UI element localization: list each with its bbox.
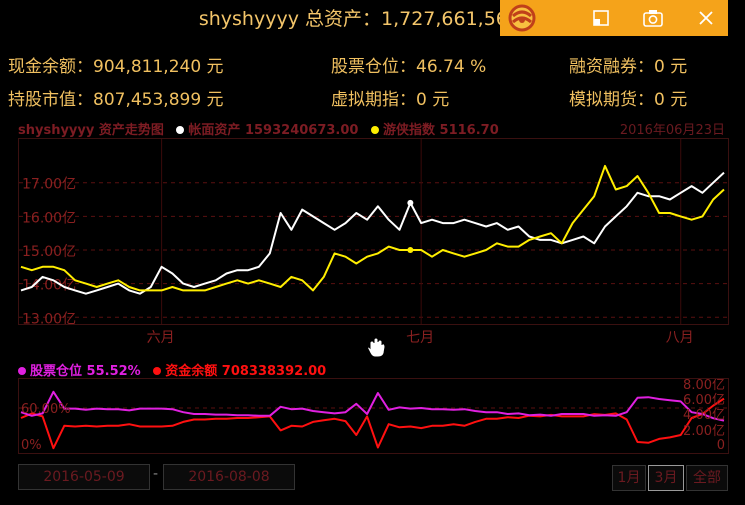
red-dot-icon [153, 366, 162, 375]
series-line-cash [20, 397, 725, 450]
close-button[interactable] [693, 5, 719, 31]
left-tick-label: 0% [21, 438, 42, 453]
yellow-dot-icon [370, 125, 379, 134]
right-tick-label: 0 [717, 438, 725, 453]
legend-series2-label: 游侠指数 [382, 123, 435, 138]
cash-balance: 现金余额：904,811,240 元 [8, 57, 224, 77]
left-tick-label: 60.00% [21, 402, 71, 417]
range-3-month-button[interactable]: 3月 [648, 465, 684, 491]
legend-cash-value: 708338392.00 [221, 364, 327, 379]
legend-series1-value: 1593240673.00 [244, 123, 359, 138]
legend-series2-value: 5116.70 [439, 123, 499, 138]
y-tick-label: 17.00亿 [22, 177, 76, 193]
main-chart-legend: shyshyyyy 资产走势图 帐面资产 1593240673.00 游侠指数 … [18, 119, 499, 138]
right-tick-label: 8.00亿 [683, 379, 725, 393]
range-all-button[interactable]: 全部 [686, 465, 728, 491]
simulated-futures: 模拟期货：0 元 [569, 90, 688, 110]
page-title: shyshyyyy 总资产：1,727,661,562 [198, 8, 520, 30]
right-tick-label: 4.00亿 [683, 408, 725, 423]
virtual-index-futures: 虚拟期指：0 元 [331, 90, 450, 110]
camera-icon [643, 10, 663, 27]
sub-chart[interactable]: 60.00% 0% 8.00亿 6.00亿 4.00亿 2.00亿 0 [18, 378, 729, 454]
range-1-month-button[interactable]: 1月 [612, 465, 646, 491]
window-toggle-button[interactable] [588, 5, 614, 31]
white-dot-icon [176, 125, 185, 134]
start-date-input[interactable]: 2016-05-09 [18, 464, 150, 490]
legend-series1-label: 帐面资产 [188, 123, 241, 138]
main-chart-title: shyshyyyy 资产走势图 [18, 123, 164, 138]
holding-value: 持股市值：807,453,899 元 [8, 90, 224, 110]
legend-cash-label: 资金余额 [165, 364, 218, 379]
series-line-index [20, 164, 725, 292]
series-line-position [20, 390, 725, 422]
legend-position-label: 股票仓位 [30, 364, 83, 379]
legend-position-value: 55.52% [86, 364, 141, 379]
right-tick-label: 6.00亿 [683, 393, 725, 408]
sub-chart-legend: 股票仓位 55.52% 资金余额 708338392.00 [18, 360, 326, 379]
app-logo-icon [500, 0, 544, 36]
x-tick-label: 七月 [406, 330, 434, 346]
y-tick-label: 15.00亿 [22, 244, 76, 260]
close-icon [699, 11, 713, 25]
y-tick-label: 16.00亿 [22, 210, 76, 226]
stock-position: 股票仓位：46.74 % [331, 57, 487, 77]
main-chart-svg: 17.00亿16.00亿15.00亿14.00亿13.00亿 [19, 139, 728, 327]
end-date-input[interactable]: 2016-08-08 [163, 464, 295, 490]
right-tick-label: 2.00亿 [683, 424, 725, 439]
series-line-assets [20, 171, 725, 295]
screenshot-button[interactable] [640, 5, 666, 31]
x-tick-label: 六月 [147, 330, 175, 346]
date-separator: - [153, 466, 159, 482]
hover-date: 2016年06月23日 [619, 123, 725, 138]
magenta-dot-icon [18, 366, 26, 375]
restore-window-icon [593, 10, 609, 26]
pan-cursor-icon [365, 337, 387, 363]
y-tick-label: 14.00亿 [22, 278, 76, 294]
title-toolbar [500, 0, 728, 36]
hover-marker [407, 199, 414, 206]
hover-marker [407, 247, 414, 253]
margin-trading: 融资融券：0 元 [569, 57, 688, 77]
main-chart[interactable]: 17.00亿 16.00亿 15.00亿 14.00亿 13.00亿 [18, 138, 729, 327]
x-tick-label: 八月 [666, 330, 694, 346]
sub-chart-svg: 60.00% 0% 8.00亿6.00亿4.00亿2.00亿0 [19, 378, 728, 453]
